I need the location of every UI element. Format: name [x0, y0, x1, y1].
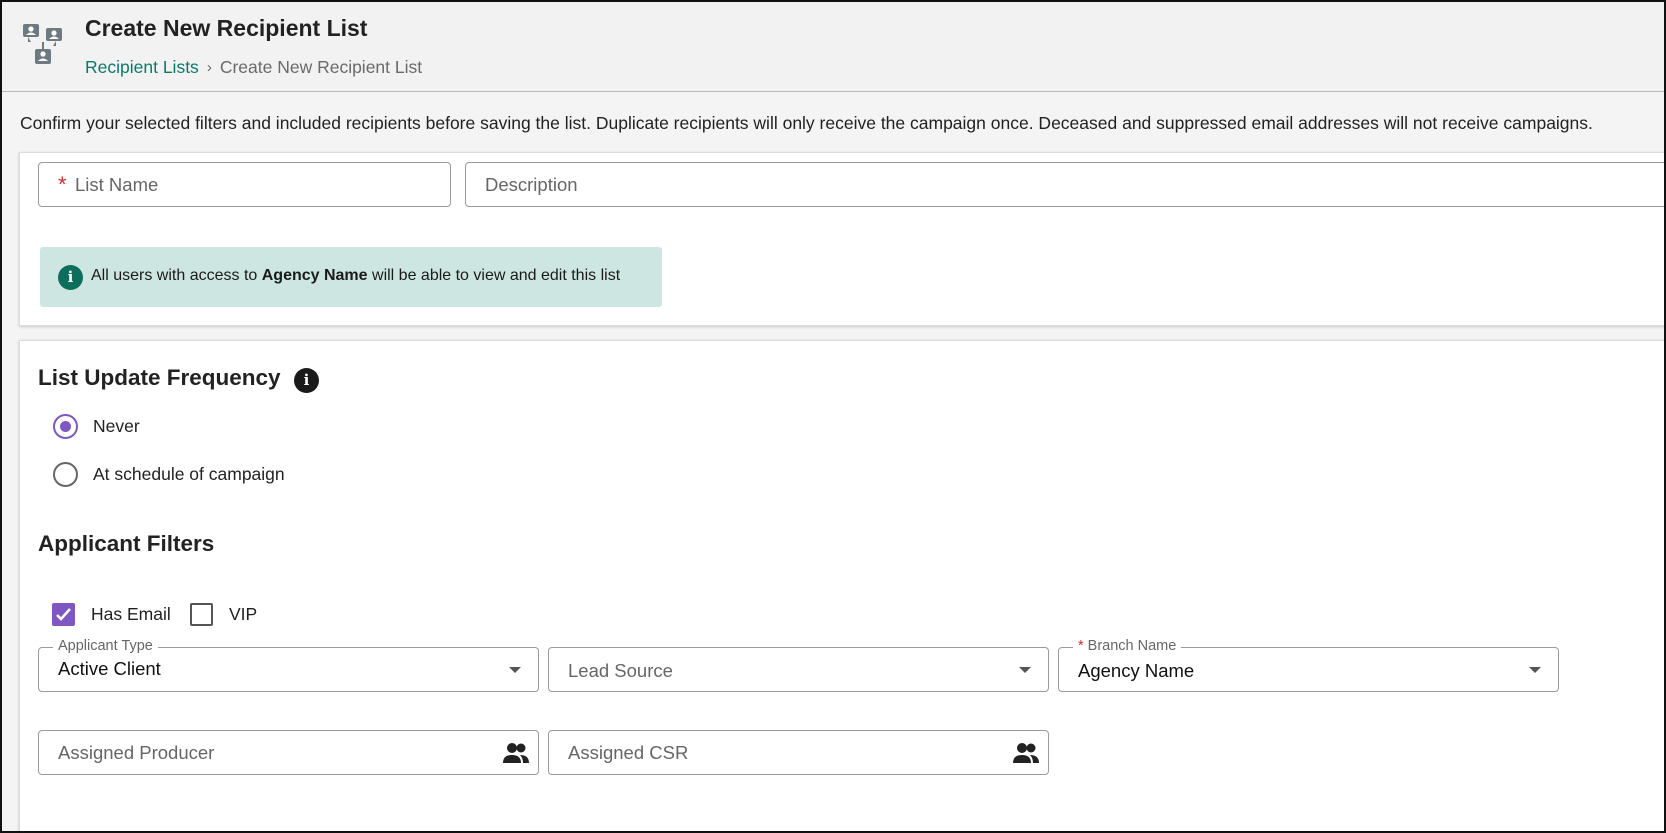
lead-source-select[interactable]: Lead Source	[548, 647, 1049, 692]
assigned-csr-field[interactable]	[548, 730, 1049, 775]
radio-option-never[interactable]: Never	[53, 414, 140, 439]
access-notice-text: All users with access to Agency Name wil…	[91, 267, 621, 284]
assigned-csr-input[interactable]	[568, 731, 1008, 774]
branch-name-value: Agency Name	[1078, 660, 1195, 681]
required-asterisk: *	[1078, 638, 1084, 654]
radio-button-schedule[interactable]	[53, 462, 78, 487]
app-frame: Create New Recipient List Recipient List…	[0, 0, 1666, 833]
has-email-checkbox-row[interactable]: Has Email	[52, 603, 171, 626]
people-icon[interactable]	[502, 742, 530, 764]
vip-label: VIP	[229, 604, 258, 624]
chevron-down-icon	[509, 667, 521, 673]
branch-name-label: * Branch Name	[1073, 638, 1182, 654]
description-field[interactable]	[465, 162, 1664, 207]
filters-card: List Update Frequency i Never At schedul…	[19, 340, 1664, 831]
chevron-down-icon	[1529, 667, 1541, 673]
people-icon[interactable]	[1012, 742, 1040, 764]
chevron-right-icon: ›	[206, 59, 212, 76]
page-header: Create New Recipient List Recipient List…	[2, 2, 1664, 92]
radio-label-schedule: At schedule of campaign	[93, 464, 285, 484]
info-icon[interactable]: i	[294, 368, 319, 393]
applicant-type-select[interactable]: Applicant Type Active Client	[38, 638, 539, 692]
breadcrumb: Recipient Lists › Create New Recipient L…	[85, 57, 422, 78]
chevron-down-icon	[1019, 667, 1031, 673]
applicant-filters-title: Applicant Filters	[38, 531, 215, 556]
list-name-field[interactable]: *	[38, 162, 451, 207]
info-icon: i	[58, 265, 83, 290]
page-title: Create New Recipient List	[85, 15, 368, 41]
access-notice: i All users with access to Agency Name w…	[40, 247, 662, 307]
vip-checkbox[interactable]	[190, 603, 213, 626]
assigned-producer-input[interactable]	[58, 731, 498, 774]
required-asterisk: *	[58, 172, 67, 197]
lead-source-placeholder: Lead Source	[568, 660, 673, 681]
recipient-list-icon	[23, 24, 62, 64]
radio-label-never: Never	[93, 416, 140, 436]
branch-name-select[interactable]: * Branch Name Agency Name	[1058, 638, 1559, 692]
list-name-input[interactable]	[75, 163, 410, 206]
description-input[interactable]	[485, 163, 1644, 206]
vip-checkbox-row[interactable]: VIP	[190, 603, 257, 626]
checkmark-icon	[56, 608, 71, 621]
breadcrumb-link-recipient-lists[interactable]: Recipient Lists	[85, 57, 199, 78]
update-frequency-title: List Update Frequency	[38, 365, 281, 390]
applicant-type-label: Applicant Type	[53, 638, 158, 654]
intro-text: Confirm your selected filters and includ…	[20, 113, 1593, 133]
radio-option-schedule[interactable]: At schedule of campaign	[53, 462, 285, 487]
assigned-producer-field[interactable]	[38, 730, 539, 775]
has-email-checkbox[interactable]	[52, 603, 75, 626]
radio-button-never[interactable]	[53, 414, 78, 439]
applicant-type-value: Active Client	[58, 658, 161, 679]
has-email-label: Has Email	[91, 604, 171, 624]
breadcrumb-current: Create New Recipient List	[219, 57, 423, 77]
list-details-card: * i All users with access to Agency Name…	[19, 152, 1664, 326]
